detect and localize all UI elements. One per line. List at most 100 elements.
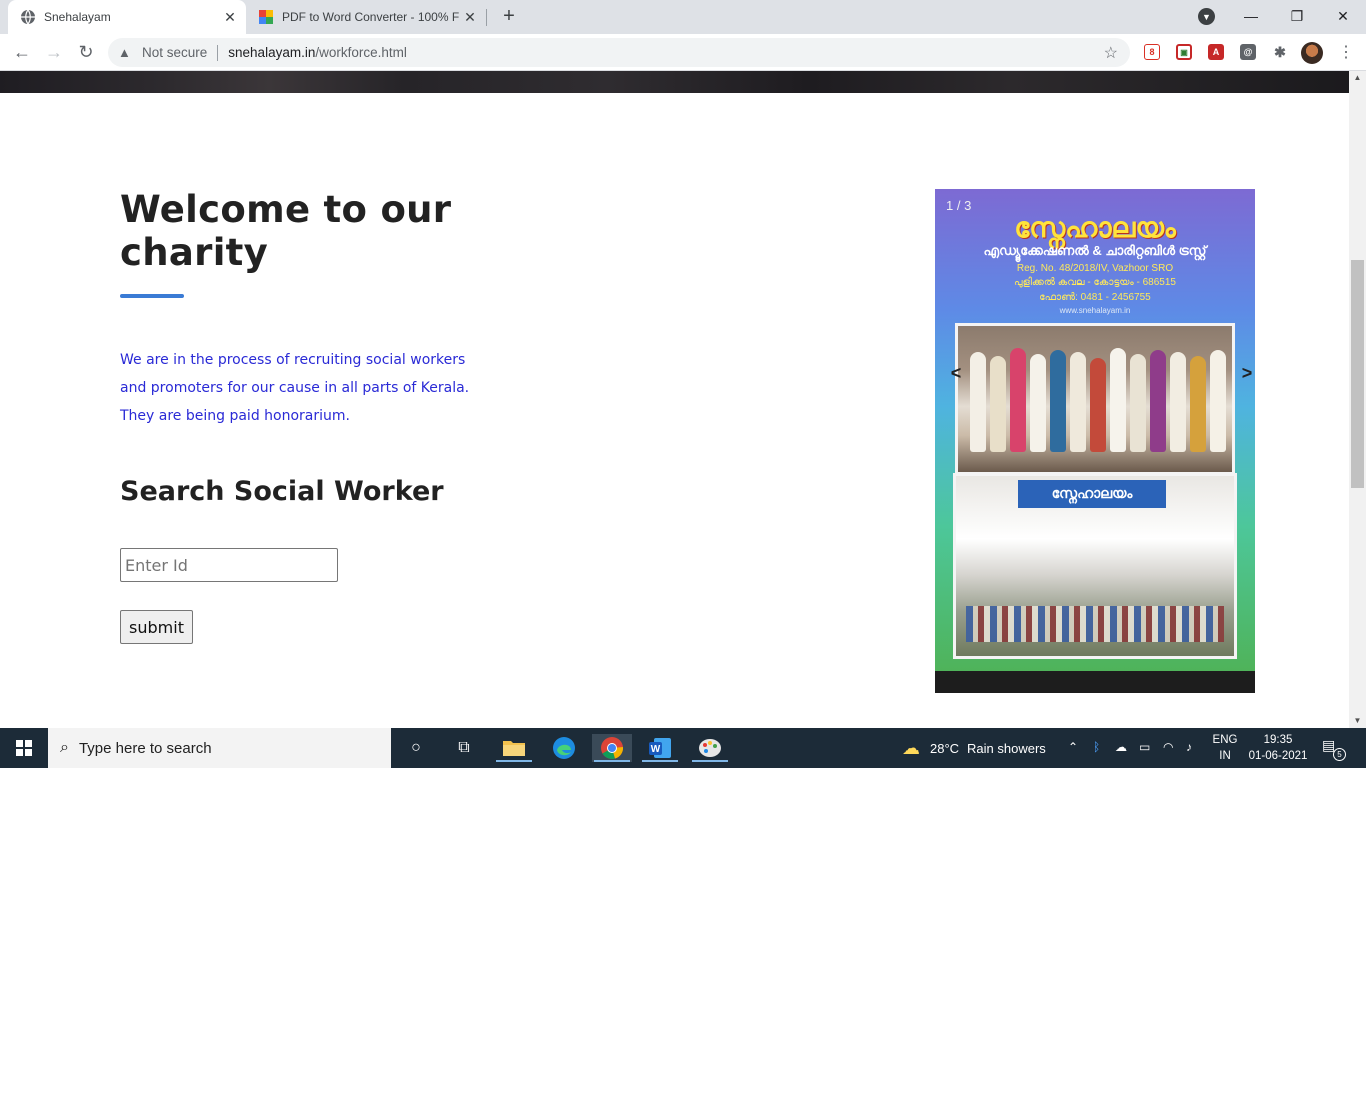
chrome-taskbar-icon[interactable] xyxy=(592,734,632,762)
scroll-up-arrow-icon[interactable]: ▲ xyxy=(1349,71,1366,85)
windows-taskbar: ⌕ Type here to search ○ ⧉ W ☁ 28°C Rain … xyxy=(0,728,1366,768)
tab-pdf-converter[interactable]: PDF to Word Converter - 100% F ✕ xyxy=(252,0,486,34)
task-view-icon[interactable]: ⧉ xyxy=(444,734,484,762)
taskbar-search-box[interactable]: ⌕ Type here to search xyxy=(48,728,391,768)
tab-snehalayam[interactable]: Snehalayam ✕ xyxy=(8,0,246,34)
word-logo-icon: W xyxy=(649,738,671,758)
address-bar[interactable]: ▲ Not secure snehalayam.in/workforce.htm… xyxy=(108,38,1130,67)
forward-arrow-icon[interactable]: → xyxy=(41,39,67,65)
active-indicator xyxy=(496,760,532,762)
warning-triangle-icon[interactable]: ▲ xyxy=(118,45,134,60)
new-tab-button[interactable]: + xyxy=(498,5,520,27)
extension-calendar-icon[interactable]: ▣ xyxy=(1176,44,1192,60)
tab-separator xyxy=(486,9,487,26)
clock-time: 19:35 xyxy=(1263,734,1293,746)
cortana-icon[interactable]: ○ xyxy=(396,734,436,762)
menu-dots-icon[interactable]: ⋮ xyxy=(1338,42,1354,62)
submit-button[interactable]: submit xyxy=(120,610,193,644)
profile-avatar[interactable] xyxy=(1301,42,1323,64)
slide-registration: Reg. No. 48/2018/IV, Vazhoor SRO xyxy=(1016,263,1174,274)
globe-icon xyxy=(21,9,35,25)
word-taskbar-icon[interactable]: W xyxy=(640,734,680,762)
tab-title: Snehalayam xyxy=(44,10,111,24)
slide-next-button[interactable]: > xyxy=(1240,363,1254,384)
back-arrow-icon[interactable]: ← xyxy=(9,39,35,65)
page-scrollbar[interactable]: ▲ ▼ xyxy=(1349,71,1366,728)
search-heading: Search Social Worker xyxy=(120,476,444,507)
building-crowd xyxy=(966,606,1224,642)
weather-condition: Rain showers xyxy=(967,740,1046,756)
title-underline xyxy=(120,294,184,298)
slide-phone: ഫോൺ: 0481 - 2456755 xyxy=(1039,292,1151,303)
language-indicator[interactable]: ENG IN xyxy=(1212,732,1238,764)
windows-logo-icon xyxy=(16,740,32,756)
page-content: Welcome to our charity We are in the pro… xyxy=(0,71,1349,728)
lang-line2: IN xyxy=(1219,750,1231,762)
slide-image: 1 / 3 സ്നേഹാലയം എഡ്യൂക്കേഷണൽ & ചാരിറ്റബി… xyxy=(935,189,1255,671)
address-divider xyxy=(217,44,219,61)
battery-icon[interactable]: ▭ xyxy=(1139,740,1150,754)
clock-date: 01-06-2021 xyxy=(1248,750,1308,762)
edge-logo-icon xyxy=(553,737,575,759)
weather-temp: 28°C xyxy=(930,740,960,756)
file-explorer-icon[interactable] xyxy=(494,734,534,762)
url-path: /workforce.html xyxy=(315,45,407,60)
slide-website: www.snehalayam.in xyxy=(1059,306,1131,315)
worker-id-input[interactable] xyxy=(120,548,338,582)
rain-cloud-icon: ☁ xyxy=(902,737,920,758)
paint-taskbar-icon[interactable] xyxy=(690,734,730,762)
onedrive-cloud-icon[interactable]: ☁ xyxy=(1115,740,1127,754)
pdf-extension-icon[interactable]: A xyxy=(1208,44,1224,60)
taskbar-clock[interactable]: 19:35 01-06-2021 xyxy=(1246,732,1310,764)
bluetooth-icon[interactable]: ᛒ xyxy=(1093,740,1100,754)
tab-strip: Snehalayam ✕ PDF to Word Converter - 100… xyxy=(0,0,1366,34)
slide-subtitle: എഡ്യൂക്കേഷണൽ & ചാരിറ്റബിൾ ട്രസ്റ്റ് xyxy=(983,243,1207,258)
svg-text:W: W xyxy=(651,744,661,755)
hero-image-strip xyxy=(0,71,1349,93)
edge-browser-icon[interactable] xyxy=(544,734,584,762)
close-tab-icon[interactable]: ✕ xyxy=(460,7,480,27)
lang-line1: ENG xyxy=(1212,734,1238,746)
search-icon: ⌕ xyxy=(60,739,69,756)
browser-toolbar: ← → ↻ ▲ Not secure snehalayam.in/workfor… xyxy=(0,34,1366,71)
chevron-up-icon[interactable]: ⌃ xyxy=(1068,740,1078,754)
building-sign: സ്നേഹാലയം xyxy=(1018,480,1166,508)
security-label[interactable]: Not secure xyxy=(142,45,207,60)
slide-prev-button[interactable]: < xyxy=(949,363,963,384)
weather-widget[interactable]: ☁ 28°C Rain showers xyxy=(902,728,1046,768)
active-indicator xyxy=(692,760,728,762)
chrome-logo-icon xyxy=(601,737,624,759)
restore-button[interactable]: ❐ xyxy=(1274,0,1320,32)
tab-search-icon[interactable]: ▼ xyxy=(1198,8,1215,25)
notification-badge: 5 xyxy=(1333,748,1346,761)
start-button[interactable] xyxy=(0,728,48,768)
group-photo xyxy=(955,323,1235,475)
close-tab-icon[interactable]: ✕ xyxy=(220,7,240,27)
url-domain: snehalayam.in xyxy=(228,45,316,60)
volume-icon[interactable]: ♪ xyxy=(1186,740,1192,754)
paint-palette-icon xyxy=(699,739,721,757)
intro-text: We are in the process of recruiting soci… xyxy=(120,352,470,424)
tab-title: PDF to Word Converter - 100% F xyxy=(282,10,460,24)
group-people xyxy=(968,346,1226,452)
scroll-down-arrow-icon[interactable]: ▼ xyxy=(1349,714,1366,728)
slide-address: പുളിക്കൽ കവല - കോട്ടയം - 686515 xyxy=(1014,277,1176,288)
close-window-button[interactable]: ✕ xyxy=(1320,0,1366,32)
page-title: Welcome to our charity xyxy=(120,188,452,274)
scroll-thumb[interactable] xyxy=(1351,260,1364,488)
bookmark-star-icon[interactable]: ☆ xyxy=(1104,43,1118,63)
extension-red-icon[interactable]: 8 xyxy=(1144,44,1160,60)
url-text[interactable]: snehalayam.in/workforce.html xyxy=(228,45,407,60)
pdf-converter-favicon-icon xyxy=(259,10,273,24)
extensions-puzzle-icon[interactable]: ✱ xyxy=(1272,44,1288,60)
active-indicator xyxy=(642,760,678,762)
extension-at-icon[interactable]: @ xyxy=(1240,44,1256,60)
screen: Snehalayam ✕ PDF to Word Converter - 100… xyxy=(0,0,1366,768)
building-photo: സ്നേഹാലയം xyxy=(953,473,1237,659)
slideshow: 1 / 3 സ്നേഹാലയം എഡ്യൂക്കേഷണൽ & ചാരിറ്റബി… xyxy=(935,189,1255,693)
minimize-button[interactable]: — xyxy=(1228,0,1274,32)
wifi-icon[interactable]: ◠ xyxy=(1163,740,1173,754)
slide-title: സ്നേഹാലയം xyxy=(1014,211,1176,244)
taskbar-search-placeholder: Type here to search xyxy=(78,739,212,757)
reload-icon[interactable]: ↻ xyxy=(73,39,99,65)
